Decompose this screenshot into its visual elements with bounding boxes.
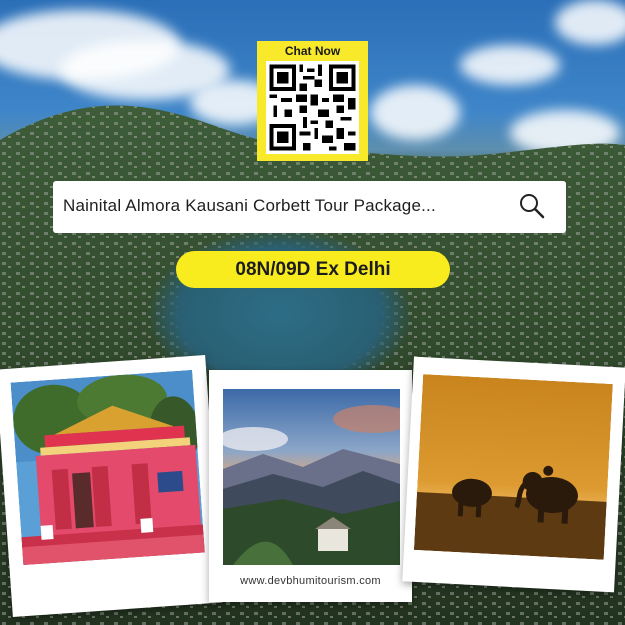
elephants-photo-card	[402, 356, 625, 593]
sunset-mountains-photo	[223, 389, 400, 565]
search-icon[interactable]	[517, 191, 547, 221]
qr-code-icon[interactable]	[266, 61, 359, 154]
sunset-photo-card: www.devbhumitourism.com	[209, 370, 412, 602]
temple-photo	[10, 369, 205, 566]
chat-now-qr-card[interactable]: Chat Now	[257, 41, 368, 161]
chat-now-label: Chat Now	[284, 44, 341, 58]
temple-photo-card	[0, 354, 223, 618]
cloud	[460, 45, 560, 85]
cloud	[555, 0, 625, 45]
background-scene: Chat Now Nainital Almora Kausani Corbett…	[0, 0, 625, 625]
elephants-photo	[413, 374, 613, 560]
website-url: www.devbhumitourism.com	[240, 575, 381, 587]
search-input[interactable]: Nainital Almora Kausani Corbett Tour Pac…	[63, 196, 436, 216]
duration-badge: 08N/09D Ex Delhi	[176, 251, 450, 288]
search-bar[interactable]: Nainital Almora Kausani Corbett Tour Pac…	[53, 181, 566, 233]
duration-label: 08N/09D Ex Delhi	[235, 259, 391, 280]
